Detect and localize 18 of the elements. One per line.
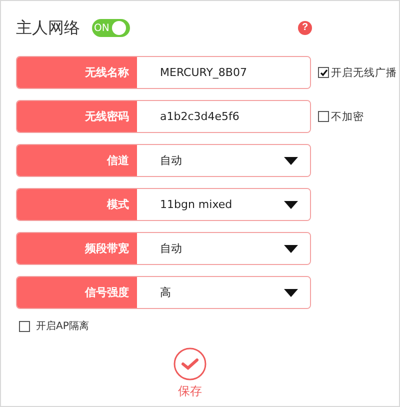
- caret-icon: [284, 200, 298, 208]
- caret-icon: [284, 288, 298, 296]
- select-field[interactable]: 信号强度 高: [16, 276, 311, 309]
- section-title: 主人网络: [16, 18, 80, 38]
- input-field[interactable]: 无线密码 a1b2c3d4e5f6: [16, 100, 311, 133]
- checkbox-label: 开启AP隔离: [36, 320, 89, 333]
- caret-icon: [284, 156, 298, 164]
- select-field[interactable]: 频段带宽 自动: [16, 232, 311, 265]
- select-field[interactable]: 模式 11bgn mixed: [16, 188, 311, 221]
- checkbox[interactable]: [318, 111, 329, 122]
- checkbox-label: 开启无线广播: [331, 66, 397, 80]
- input-field[interactable]: 无线名称 MERCURY_8B07: [16, 56, 311, 89]
- select-field[interactable]: 信道 自动: [16, 144, 311, 177]
- checkbox[interactable]: [318, 67, 329, 78]
- check-icon: [173, 347, 207, 381]
- checkbox-label: 不加密: [331, 110, 364, 124]
- caret-icon: [284, 244, 298, 252]
- checkbox[interactable]: [19, 320, 30, 332]
